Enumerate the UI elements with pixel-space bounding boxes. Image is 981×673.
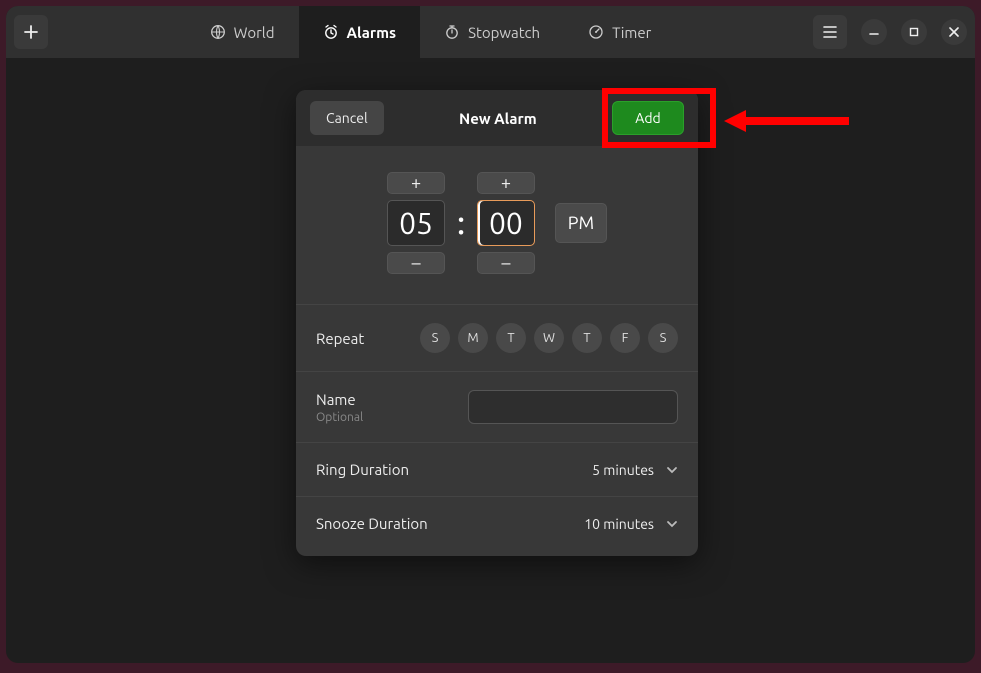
snooze-duration-dropdown[interactable]: 10 minutes <box>584 516 678 532</box>
time-picker: + 05 – : + 00 – PM <box>296 146 698 305</box>
day-friday[interactable]: F <box>610 323 640 353</box>
titlebar: World Alarms Stopwatch Timer <box>6 6 975 58</box>
day-monday[interactable]: M <box>458 323 488 353</box>
new-tab-button[interactable] <box>14 15 48 49</box>
snooze-duration-value: 10 minutes <box>584 516 654 532</box>
minute-input[interactable]: 00 <box>477 200 535 246</box>
minute-increment-button[interactable]: + <box>477 172 535 194</box>
ring-duration-value: 5 minutes <box>592 462 654 478</box>
name-hint: Optional <box>316 411 363 424</box>
tab-timer[interactable]: Timer <box>564 6 675 58</box>
hour-input[interactable]: 05 <box>387 200 445 246</box>
maximize-button[interactable] <box>901 19 927 45</box>
repeat-label: Repeat <box>316 330 364 347</box>
arrow-annotation <box>724 106 854 136</box>
ring-duration-dropdown[interactable]: 5 minutes <box>592 462 678 478</box>
globe-icon <box>210 24 226 40</box>
chevron-down-icon <box>666 520 678 528</box>
repeat-section: Repeat S M T W T F S <box>296 305 698 372</box>
hamburger-icon <box>823 26 837 38</box>
name-label: Name <box>316 391 356 408</box>
hour-column: + 05 – <box>387 172 445 274</box>
tab-timer-label: Timer <box>612 24 651 41</box>
tab-stopwatch[interactable]: Stopwatch <box>420 6 564 58</box>
tab-alarms[interactable]: Alarms <box>299 6 421 58</box>
snooze-duration-label: Snooze Duration <box>316 515 428 532</box>
tab-alarms-label: Alarms <box>347 24 397 41</box>
minimize-icon <box>869 27 879 37</box>
ampm-toggle[interactable]: PM <box>555 203 607 243</box>
plus-icon <box>24 25 38 39</box>
maximize-icon <box>909 27 919 37</box>
day-buttons: S M T W T F S <box>420 323 678 353</box>
tab-world[interactable]: World <box>186 6 299 58</box>
minute-decrement-button[interactable]: – <box>477 252 535 274</box>
stopwatch-icon <box>444 24 460 40</box>
hour-increment-button[interactable]: + <box>387 172 445 194</box>
menu-button[interactable] <box>813 15 847 49</box>
add-button[interactable]: Add <box>612 101 684 135</box>
day-thursday[interactable]: T <box>572 323 602 353</box>
name-section: Name Optional <box>296 372 698 443</box>
timer-icon <box>588 24 604 40</box>
app-window: World Alarms Stopwatch Timer <box>6 6 975 663</box>
ring-duration-section: Ring Duration 5 minutes <box>296 443 698 497</box>
new-alarm-dialog: Cancel New Alarm Add + 05 – : + 00 – PM <box>296 90 698 556</box>
dialog-title: New Alarm <box>459 110 537 127</box>
snooze-duration-section: Snooze Duration 10 minutes <box>296 497 698 556</box>
day-saturday[interactable]: S <box>648 323 678 353</box>
ring-duration-label: Ring Duration <box>316 461 409 478</box>
minute-column: + 00 – <box>477 172 535 274</box>
window-controls <box>813 15 967 49</box>
day-wednesday[interactable]: W <box>534 323 564 353</box>
day-tuesday[interactable]: T <box>496 323 526 353</box>
tab-world-label: World <box>234 24 275 41</box>
alarm-icon <box>323 24 339 40</box>
name-input[interactable] <box>468 390 678 424</box>
minimize-button[interactable] <box>861 19 887 45</box>
time-separator: : <box>457 205 465 241</box>
tab-stopwatch-label: Stopwatch <box>468 24 540 41</box>
tab-bar: World Alarms Stopwatch Timer <box>186 6 676 58</box>
close-button[interactable] <box>941 19 967 45</box>
chevron-down-icon <box>666 466 678 474</box>
dialog-header: Cancel New Alarm Add <box>296 90 698 146</box>
close-icon <box>949 27 959 37</box>
cancel-button[interactable]: Cancel <box>310 101 384 135</box>
hour-decrement-button[interactable]: – <box>387 252 445 274</box>
day-sunday[interactable]: S <box>420 323 450 353</box>
